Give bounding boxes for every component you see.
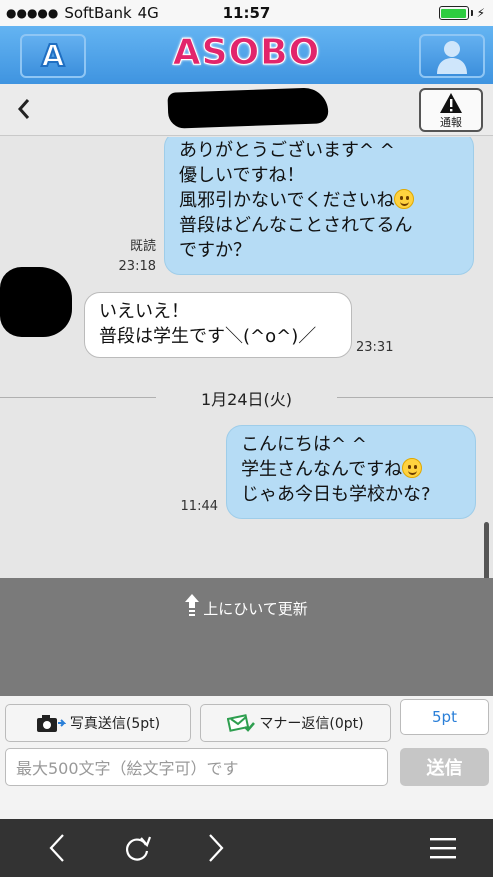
message-input[interactable]: 最大500文字（絵文字可）です (5, 748, 388, 786)
redacted-partner-name (167, 87, 329, 129)
camera-icon (36, 715, 66, 732)
envelope-check-icon (227, 714, 256, 732)
warning-icon (440, 93, 462, 113)
manner-reply-label: マナー返信(0pt) (259, 716, 364, 732)
compose-area: 写真送信(5pt) マナー返信(0pt) 5pt 最大500文字（絵文字可）です… (0, 696, 493, 819)
report-label: 通報 (440, 116, 462, 129)
send-button[interactable]: 送信 (400, 748, 489, 786)
profile-button[interactable] (419, 34, 485, 78)
message-line: 風邪引かないでくださいね (179, 188, 459, 213)
pull-refresh-label: 上にひいて更新 (203, 600, 308, 618)
message-line: 普段は学生です＼(^o^)／ (99, 326, 317, 347)
manner-reply-button[interactable]: マナー返信(0pt) (200, 704, 391, 742)
status-bar: ●●●●● SoftBank 4G 11:57 ⚡ (0, 0, 493, 26)
scrollbar[interactable] (484, 522, 489, 578)
user-silhouette-icon (437, 41, 467, 74)
browser-toolbar (0, 819, 493, 877)
smile-emoji-icon (402, 458, 423, 478)
message-line: 普段はどんなことされてるん (179, 215, 413, 236)
message-list[interactable]: ありがとうございます^ ^ 優しいですね！ 風邪引かないでくださいね 普段はどん… (0, 137, 493, 578)
date-divider: 1月24日(火) (0, 385, 493, 409)
clock: 11:57 (222, 4, 271, 22)
send-photo-button[interactable]: 写真送信(5pt) (5, 704, 191, 742)
message-bubble-sent: こんにちは^ ^ 学生さんなんですね じゃあ今日も学校かな? (226, 425, 476, 519)
message-line: いえいえ！ (99, 301, 189, 322)
battery-icon: ⚡ (438, 6, 485, 20)
message-line: 優しいですね！ (179, 165, 305, 186)
back-icon[interactable] (16, 96, 32, 129)
points-balance: 5pt (400, 699, 489, 735)
read-receipt: 既読 (129, 239, 156, 254)
redacted-partner-avatar (0, 267, 72, 337)
report-button[interactable]: 通報 (419, 88, 483, 132)
message-line: こんにちは^ ^ (241, 434, 367, 455)
message-line: ありがとうございます^ ^ (179, 140, 395, 161)
message-line: 学生さんなんですね (241, 457, 461, 482)
message-bubble-received: いえいえ！ 普段は学生です＼(^o^)／ (84, 292, 352, 358)
message-time: 23:18 (118, 259, 156, 274)
charging-bolt-icon: ⚡ (476, 6, 485, 20)
up-arrow-icon (185, 594, 200, 616)
date-label: 1月24日(火) (200, 390, 293, 409)
reload-icon[interactable] (120, 831, 154, 865)
pull-refresh-hint: 上にひいて更新 (0, 594, 493, 619)
message-time: 11:44 (180, 499, 218, 514)
message-line: ですか？ (179, 240, 251, 261)
chat-header: 通報 (0, 84, 493, 136)
message-line: じゃあ今日も学校かな? (241, 484, 431, 505)
send-photo-label: 写真送信(5pt) (69, 716, 161, 732)
smile-emoji-icon (394, 189, 415, 209)
app-header: A ASOBO (0, 26, 493, 84)
browser-back-icon[interactable] (40, 831, 74, 865)
pull-to-refresh-area[interactable]: 上にひいて更新 (0, 578, 493, 696)
browser-forward-icon[interactable] (199, 831, 233, 865)
message-meta: 既読 23:18 (106, 237, 156, 277)
message-time: 23:31 (356, 340, 394, 355)
message-bubble-sent: ありがとうございます^ ^ 優しいですね！ 風邪引かないでくださいね 普段はどん… (164, 137, 474, 275)
hamburger-menu-icon[interactable] (426, 831, 460, 865)
